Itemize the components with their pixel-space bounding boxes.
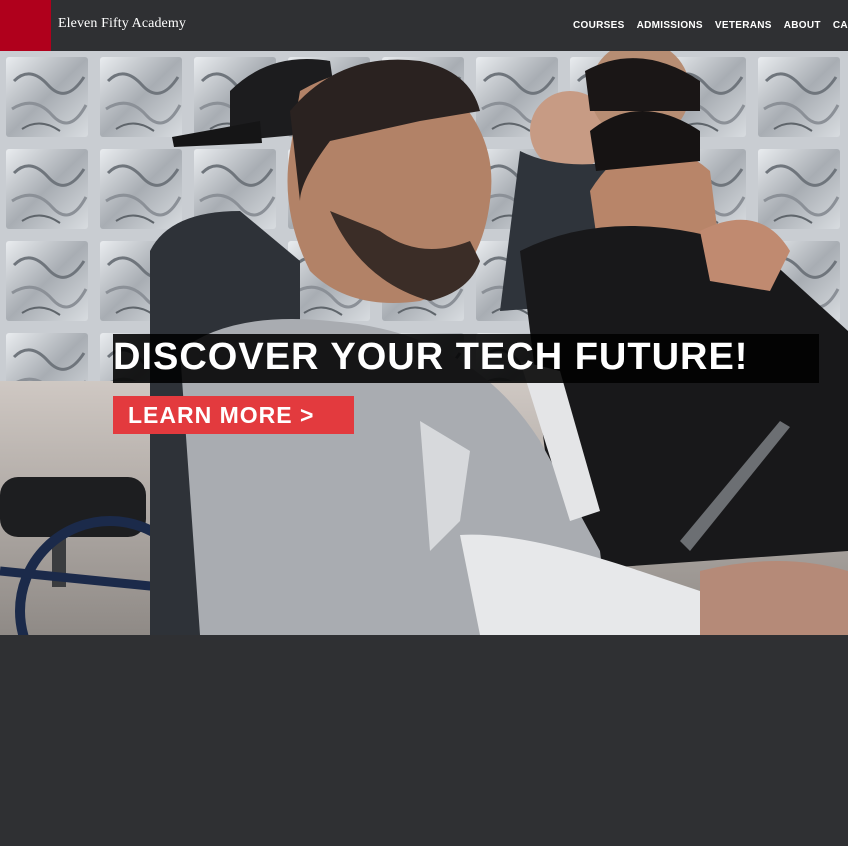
hero-section: DISCOVER YOUR TECH FUTURE! LEARN MORE > (0, 51, 848, 635)
logo[interactable] (0, 0, 51, 51)
nav-courses[interactable]: COURSES (573, 20, 625, 31)
content-area (0, 635, 848, 846)
nav-about[interactable]: ABOUT (784, 20, 821, 31)
main-nav: COURSES ADMISSIONS VETERANS ABOUT CAMPUS (573, 20, 848, 31)
hero-headline: DISCOVER YOUR TECH FUTURE! (113, 336, 749, 378)
nav-veterans[interactable]: VETERANS (715, 20, 772, 31)
learn-more-button[interactable]: LEARN MORE > (113, 396, 354, 434)
site-header: Eleven Fifty Academy COURSES ADMISSIONS … (0, 0, 848, 51)
nav-campus[interactable]: CAMPUS (833, 20, 848, 31)
brand-name[interactable]: Eleven Fifty Academy (58, 16, 186, 32)
nav-admissions[interactable]: ADMISSIONS (637, 20, 703, 31)
